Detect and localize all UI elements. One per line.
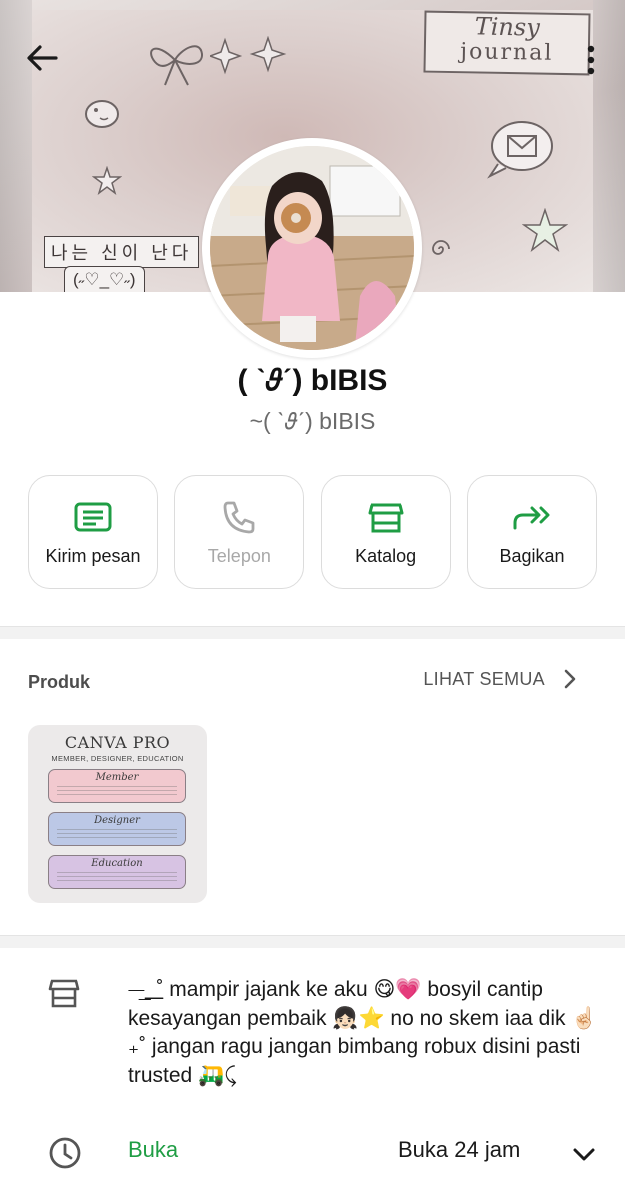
product-section-education: Education — [48, 855, 186, 889]
more-options-button[interactable] — [579, 40, 603, 80]
bow-doodle — [150, 45, 203, 86]
action-row: Kirim pesan Telepon Katalog Bagikan — [28, 475, 597, 591]
emoticon-sticker: (˶♡_♡˶) — [64, 266, 145, 292]
store-icon — [368, 503, 404, 532]
product-subtitle: MEMBER, DESIGNER, EDUCATION — [51, 754, 184, 763]
sparkle-doodle — [210, 36, 287, 75]
share-button[interactable]: Bagikan — [466, 475, 597, 589]
catalog-label: Katalog — [355, 545, 417, 566]
swirl-doodle — [432, 240, 450, 255]
star-doodle-right — [522, 208, 568, 253]
phone-icon — [223, 501, 255, 533]
profile-name: ( ˋ𝜗ˊ) bIBIS — [237, 364, 388, 397]
send-message-button[interactable]: Kirim pesan — [28, 475, 158, 589]
section-divider — [0, 626, 625, 639]
share-label: Bagikan — [499, 545, 565, 566]
chevron-down-icon — [573, 1148, 595, 1161]
korean-text-sticker: 나는 신이 난다 — [44, 236, 200, 268]
mail-bubble-doodle — [487, 121, 553, 179]
chevron-right-icon — [564, 669, 576, 689]
avatar-illustration — [210, 146, 414, 350]
journal-sticker: Tinsy journal — [423, 10, 591, 76]
product-section-designer: Designer — [48, 812, 186, 846]
share-icon — [513, 506, 550, 529]
see-all-button[interactable]: LIHAT SEMUA — [423, 668, 585, 690]
back-button[interactable] — [22, 38, 62, 78]
message-icon — [74, 502, 112, 531]
section-divider-2 — [0, 935, 625, 948]
store-icon — [48, 979, 80, 1008]
more-vertical-icon — [587, 45, 595, 75]
call-button[interactable]: Telepon — [174, 475, 305, 589]
business-description: ⏤͟͟ ͟͟ ˚ mampir jajank ke aku 😋💗 bosyil … — [128, 978, 598, 1087]
arrow-left-icon — [27, 45, 58, 71]
hours-status: Buka — [128, 1137, 179, 1162]
product-section-member: Member — [48, 769, 186, 803]
avatar-photo — [210, 146, 414, 350]
products-title: Produk — [28, 672, 91, 692]
call-label: Telepon — [207, 545, 271, 566]
profile-subname: ~( ˋ𝜗ˊ) bIBIS — [249, 408, 376, 434]
fish-doodle — [85, 100, 119, 128]
profile-avatar[interactable] — [202, 138, 422, 358]
see-all-label: LIHAT SEMUA — [423, 668, 545, 689]
product-card[interactable]: CANVA PRO MEMBER, DESIGNER, EDUCATION Me… — [28, 725, 207, 903]
hours-expand-button[interactable] — [570, 1140, 598, 1168]
clock-icon — [49, 1137, 81, 1169]
catalog-button[interactable]: Katalog — [320, 475, 451, 589]
product-title: CANVA PRO — [64, 733, 171, 752]
hours-value: Buka 24 jam — [398, 1137, 521, 1162]
send-message-label: Kirim pesan — [45, 545, 141, 566]
star-doodle — [92, 166, 122, 195]
